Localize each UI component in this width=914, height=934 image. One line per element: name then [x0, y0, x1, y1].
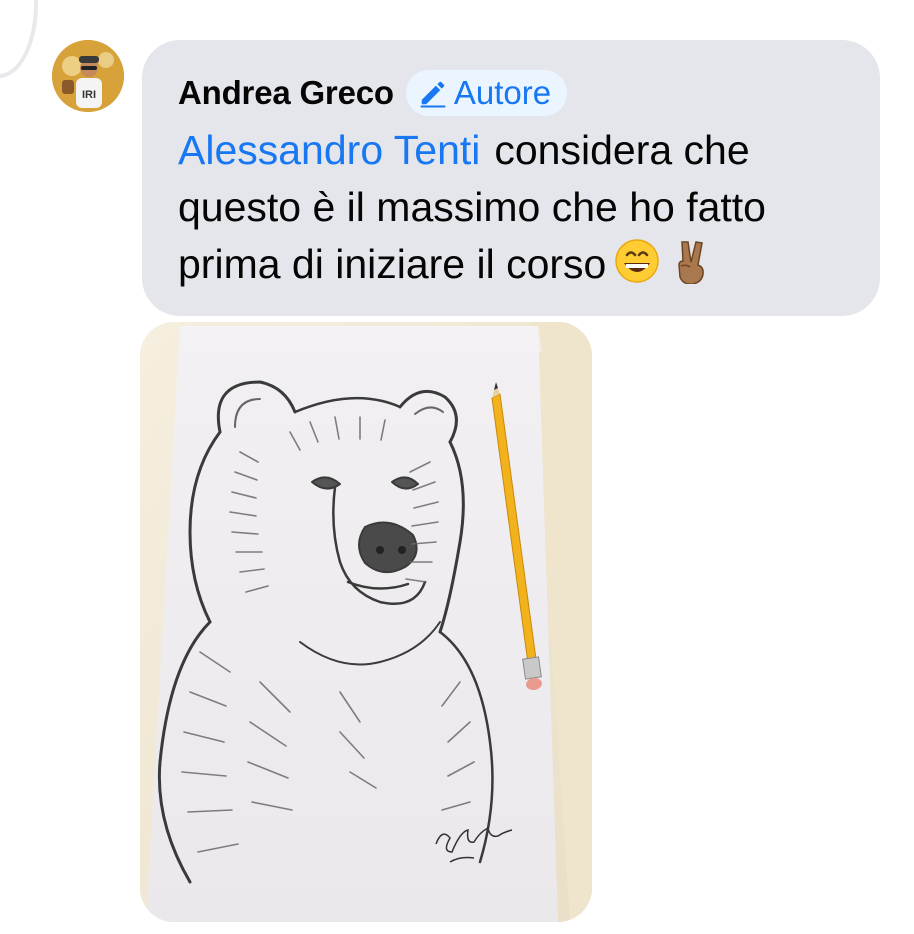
pencil-icon — [420, 81, 446, 108]
attached-photo[interactable] — [140, 322, 592, 922]
author-avatar[interactable]: IRI — [52, 40, 124, 112]
comment-text: Alessandro Tenti considera che questo è i… — [178, 122, 844, 293]
bear-drawing-image — [140, 322, 592, 922]
author-name-link[interactable]: Andrea Greco — [178, 74, 394, 112]
comment-header: Andrea Greco Autore — [178, 68, 844, 118]
svg-text:IRI: IRI — [82, 89, 96, 101]
grinning-face-emoji-icon — [615, 239, 660, 283]
victory-hand-emoji-icon — [678, 241, 705, 284]
role-badge-label: Autore — [453, 74, 552, 111]
comment-bubble: Andrea Greco Autore Alessandro Tenti cons… — [142, 40, 880, 316]
mention-link[interactable]: Alessandro Tenti — [178, 127, 480, 173]
thread-connector-line — [0, 0, 38, 78]
author-role-badge: Autore — [405, 70, 568, 116]
user-avatar-icon: IRI — [52, 40, 124, 112]
